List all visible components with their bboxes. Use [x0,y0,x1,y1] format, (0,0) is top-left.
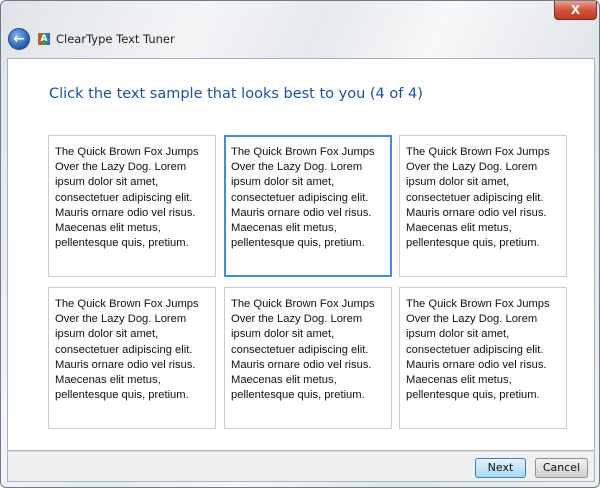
text-sample-3[interactable]: The Quick Brown Fox Jumps Over the Lazy … [399,135,567,277]
text-sample-1[interactable]: The Quick Brown Fox Jumps Over the Lazy … [48,135,216,277]
footer-bar: Next Cancel [7,451,595,482]
window: X ← A ClearType Text Tuner Click the tex… [0,0,600,488]
next-button[interactable]: Next [475,458,526,478]
content-panel: Click the text sample that looks best to… [7,58,595,451]
back-arrow-icon[interactable]: ← [8,28,30,50]
close-button[interactable]: X [554,1,597,20]
window-title: ClearType Text Tuner [56,32,175,46]
text-sample-6[interactable]: The Quick Brown Fox Jumps Over the Lazy … [399,287,567,429]
cleartype-app-icon: A [38,33,50,45]
cancel-button[interactable]: Cancel [535,458,588,478]
text-sample-5[interactable]: The Quick Brown Fox Jumps Over the Lazy … [224,287,392,429]
text-sample-2[interactable]: The Quick Brown Fox Jumps Over the Lazy … [224,135,392,277]
text-sample-4[interactable]: The Quick Brown Fox Jumps Over the Lazy … [48,287,216,429]
page-heading: Click the text sample that looks best to… [49,86,423,102]
